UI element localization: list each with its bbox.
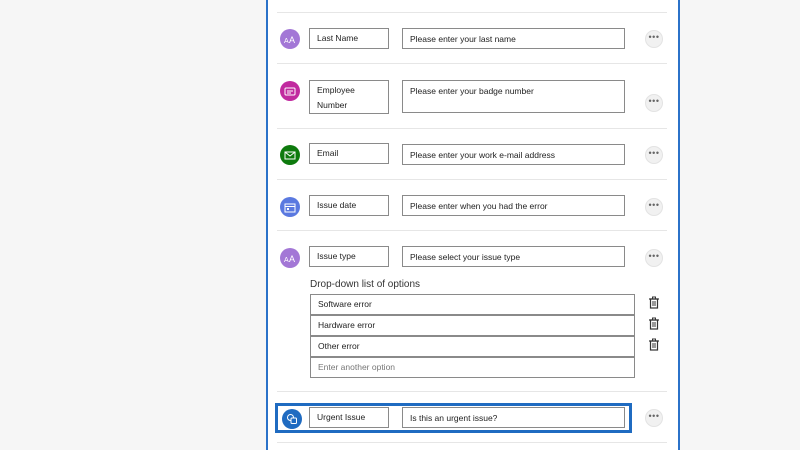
dropdown-option-input[interactable]: Other error <box>310 336 635 357</box>
question-placeholder-field[interactable]: Please enter your last name <box>402 28 625 49</box>
label-line: Number <box>317 100 348 110</box>
dropdown-option-input[interactable]: Hardware error <box>310 315 635 336</box>
divider <box>277 12 667 13</box>
question-placeholder-field[interactable]: Please enter your badge number <box>402 80 625 113</box>
divider <box>277 442 667 443</box>
trash-icon[interactable] <box>648 296 660 309</box>
divider <box>277 128 667 129</box>
badge-icon <box>280 81 300 101</box>
more-options-button[interactable]: ••• <box>645 146 663 164</box>
question-label-field[interactable]: Employee Number <box>309 80 389 114</box>
question-label-field[interactable]: Issue date <box>309 195 389 216</box>
text-icon: AA <box>280 248 300 268</box>
svg-text:A: A <box>289 254 295 263</box>
more-options-button[interactable]: ••• <box>645 249 663 267</box>
question-label-field[interactable]: Email <box>309 143 389 164</box>
divider <box>277 230 667 231</box>
email-icon <box>280 145 300 165</box>
dropdown-options-title: Drop-down list of options <box>310 279 421 290</box>
text-icon: AA <box>280 29 300 49</box>
more-options-button[interactable]: ••• <box>645 94 663 112</box>
new-option-input[interactable]: Enter another option <box>310 357 635 378</box>
more-options-button[interactable]: ••• <box>645 30 663 48</box>
divider <box>277 391 667 392</box>
question-placeholder-field[interactable]: Please select your issue type <box>402 246 625 267</box>
question-placeholder-field[interactable]: Please enter when you had the error <box>402 195 625 216</box>
question-label-field[interactable]: Issue type <box>309 246 389 267</box>
divider <box>277 179 667 180</box>
selection-highlight <box>275 403 632 433</box>
more-options-button[interactable]: ••• <box>645 198 663 216</box>
question-label-field[interactable]: Last Name <box>309 28 389 49</box>
question-placeholder-field[interactable]: Please enter your work e-mail address <box>402 144 625 165</box>
svg-text:A: A <box>289 35 295 44</box>
trash-icon[interactable] <box>648 317 660 330</box>
dropdown-option-input[interactable]: Software error <box>310 294 635 315</box>
label-line: Employee <box>317 85 355 95</box>
more-options-button[interactable]: ••• <box>645 409 663 427</box>
calendar-icon <box>280 197 300 217</box>
trash-icon[interactable] <box>648 338 660 351</box>
divider <box>277 63 667 64</box>
form-editor-panel <box>266 0 680 450</box>
